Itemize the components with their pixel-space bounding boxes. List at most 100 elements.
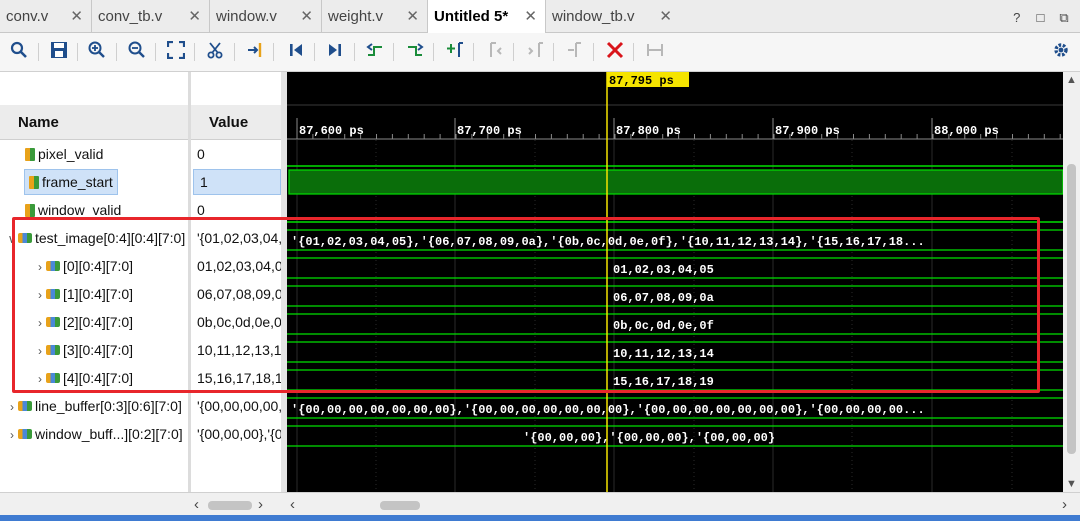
- vertical-scroll-thumb[interactable]: [1067, 164, 1076, 454]
- scroll-up-arrow[interactable]: ▲: [1066, 74, 1077, 86]
- signal-value: 10,11,12,13,14: [197, 342, 281, 358]
- value-scroll-thumb[interactable]: [208, 501, 252, 510]
- bus-value-text: 0b,0c,0d,0e,0f: [613, 319, 714, 333]
- chevron-right-icon[interactable]: ›: [6, 421, 18, 449]
- chevron-right-icon[interactable]: ›: [34, 365, 46, 393]
- swap-cursors-icon[interactable]: [564, 41, 586, 63]
- search-icon[interactable]: [8, 41, 30, 63]
- signal-row-window-valid[interactable]: window_valid: [0, 196, 188, 224]
- signal-row-frame-start[interactable]: frame_start: [0, 168, 188, 196]
- next-transition-icon[interactable]: [404, 41, 426, 63]
- tab-weight-v[interactable]: weight.v ✕: [322, 0, 428, 33]
- bus-signal-icon: [18, 401, 32, 411]
- chevron-right-icon[interactable]: ›: [6, 393, 18, 421]
- signal-value: 0: [197, 202, 205, 218]
- close-icon[interactable]: ✕: [188, 0, 201, 34]
- chevron-right-icon[interactable]: ›: [34, 253, 46, 281]
- snap-icon[interactable]: [644, 41, 666, 63]
- signal-row-pixel-valid[interactable]: pixel_valid: [0, 140, 188, 168]
- waveform-canvas[interactable]: 87,600 ps 87,700 ps 87,800 ps 87,900 ps …: [287, 72, 1063, 492]
- value-column-header[interactable]: Value: [191, 105, 281, 140]
- wave-test-image[interactable]: '{01,02,03,04,05},'{06,07,08,09,0a},'{0b…: [287, 229, 1063, 251]
- wave-test-image-4[interactable]: 15,16,17,18,19: [287, 369, 1063, 391]
- signal-name: window_buff...][0:2][7:0]: [35, 426, 183, 442]
- help-icon[interactable]: ?: [1007, 0, 1027, 35]
- status-strip: [0, 515, 1080, 521]
- bus-value-text: 06,07,08,09,0a: [613, 291, 714, 305]
- signal-row-test-image-0[interactable]: › [0][0:4][7:0]: [0, 252, 188, 280]
- signal-value: '{01,02,03,04,05},'{06,07,08,09,0a},...: [197, 230, 281, 246]
- add-marker-icon[interactable]: [444, 41, 466, 63]
- bus-value-text: '{01,02,03,04,05},'{06,07,08,09,0a},'{0b…: [291, 235, 925, 249]
- wave-test-image-3[interactable]: 10,11,12,13,14: [287, 341, 1063, 363]
- signal-value: 15,16,17,18,19: [197, 370, 281, 386]
- bus-signal-icon: [18, 429, 32, 439]
- tab-label: conv.v: [6, 8, 49, 25]
- restore-icon[interactable]: □: [1030, 0, 1050, 35]
- wave-line-buffer[interactable]: '{00,00,00,00,00,00,00},'{00,00,00,00,00…: [287, 397, 1063, 419]
- waveform-toolbar: [0, 33, 1080, 72]
- wave-frame-start[interactable]: [288, 169, 1063, 195]
- save-icon[interactable]: [48, 41, 70, 63]
- previous-transition-icon[interactable]: [364, 41, 386, 63]
- scroll-left-arrow[interactable]: ‹: [290, 496, 295, 513]
- chevron-right-icon[interactable]: ›: [34, 337, 46, 365]
- signal-row-test-image-3[interactable]: › [3][0:4][7:0]: [0, 336, 188, 364]
- bit-signal-icon: [29, 176, 39, 189]
- cursor-time-label: 87,795 ps: [609, 74, 674, 88]
- tab-window-tb-v[interactable]: window_tb.v ✕: [546, 0, 686, 33]
- scroll-down-arrow[interactable]: ▼: [1066, 478, 1077, 490]
- close-icon[interactable]: ✕: [300, 0, 313, 34]
- signal-row-line-buffer[interactable]: › line_buffer[0:3][0:6][7:0]: [0, 392, 188, 420]
- bus-value-text: '{00,00,00},'{00,00,00},'{00,00,00}: [523, 431, 775, 445]
- tab-window-v[interactable]: window.v ✕: [210, 0, 322, 33]
- close-icon[interactable]: ✕: [70, 0, 83, 34]
- gear-icon[interactable]: [1052, 41, 1070, 64]
- chevron-right-icon[interactable]: ›: [34, 281, 46, 309]
- time-tick-label: 87,800 ps: [616, 124, 681, 138]
- scroll-left-arrow[interactable]: ‹: [194, 496, 199, 513]
- tab-conv-tb-v[interactable]: conv_tb.v ✕: [92, 0, 210, 33]
- wave-scroll-thumb[interactable]: [380, 501, 420, 510]
- time-ruler: 87,600 ps 87,700 ps 87,800 ps 87,900 ps …: [287, 118, 1063, 140]
- signal-row-test-image[interactable]: ∨ test_image[0:4][0:4][7:0]: [0, 224, 188, 252]
- time-tick-label: 88,000 ps: [934, 124, 999, 138]
- chevron-down-icon[interactable]: ∨: [6, 225, 18, 253]
- wave-test-image-1[interactable]: 06,07,08,09,0a: [287, 285, 1063, 307]
- signal-row-test-image-1[interactable]: › [1][0:4][7:0]: [0, 280, 188, 308]
- time-tick-label: 87,600 ps: [299, 124, 364, 138]
- wave-window-buffer[interactable]: '{00,00,00},'{00,00,00},'{00,00,00}: [287, 425, 1063, 447]
- scroll-right-arrow[interactable]: ›: [258, 496, 263, 513]
- chevron-right-icon[interactable]: ›: [34, 309, 46, 337]
- signal-row-window-buffer[interactable]: › window_buff...][0:2][7:0]: [0, 420, 188, 448]
- close-icon[interactable]: ✕: [524, 0, 537, 34]
- tab-untitled-5[interactable]: Untitled 5* ✕: [428, 0, 546, 34]
- editor-tab-bar: conv.v ✕ conv_tb.v ✕ window.v ✕ weight.v…: [0, 0, 1080, 35]
- previous-marker-icon[interactable]: [484, 41, 506, 63]
- vertical-scrollbar[interactable]: ▲ ▼: [1063, 72, 1080, 492]
- go-to-cursor-icon[interactable]: [244, 41, 266, 63]
- signal-row-test-image-2[interactable]: › [2][0:4][7:0]: [0, 308, 188, 336]
- wave-test-image-0[interactable]: 01,02,03,04,05: [287, 257, 1063, 279]
- signal-value: 0: [197, 146, 205, 162]
- time-tick-label: 87,700 ps: [457, 124, 522, 138]
- name-column-header[interactable]: Name: [0, 105, 188, 140]
- scroll-right-arrow[interactable]: ›: [1062, 496, 1067, 513]
- go-to-last-time-icon[interactable]: [324, 41, 346, 63]
- signal-name: frame_start: [42, 174, 113, 190]
- zoom-in-icon[interactable]: [86, 41, 108, 63]
- zoom-fit-icon[interactable]: [165, 40, 187, 63]
- close-icon[interactable]: ✕: [406, 0, 419, 34]
- next-marker-icon[interactable]: [524, 41, 546, 63]
- signal-value: '{00,00,00},'{00,00,00},'{00,00,00}: [197, 426, 281, 442]
- bus-value-text: '{00,00,00,00,00,00,00},'{00,00,00,00,00…: [291, 403, 925, 417]
- scissors-icon[interactable]: [204, 41, 226, 63]
- float-icon[interactable]: ⧉: [1054, 0, 1074, 35]
- close-icon[interactable]: ✕: [659, 0, 672, 34]
- go-to-time-zero-icon[interactable]: [285, 41, 307, 63]
- delete-icon[interactable]: [604, 41, 626, 63]
- signal-row-test-image-4[interactable]: › [4][0:4][7:0]: [0, 364, 188, 392]
- zoom-out-icon[interactable]: [126, 41, 148, 63]
- tab-conv-v[interactable]: conv.v ✕: [0, 0, 92, 33]
- wave-test-image-2[interactable]: 0b,0c,0d,0e,0f: [287, 313, 1063, 335]
